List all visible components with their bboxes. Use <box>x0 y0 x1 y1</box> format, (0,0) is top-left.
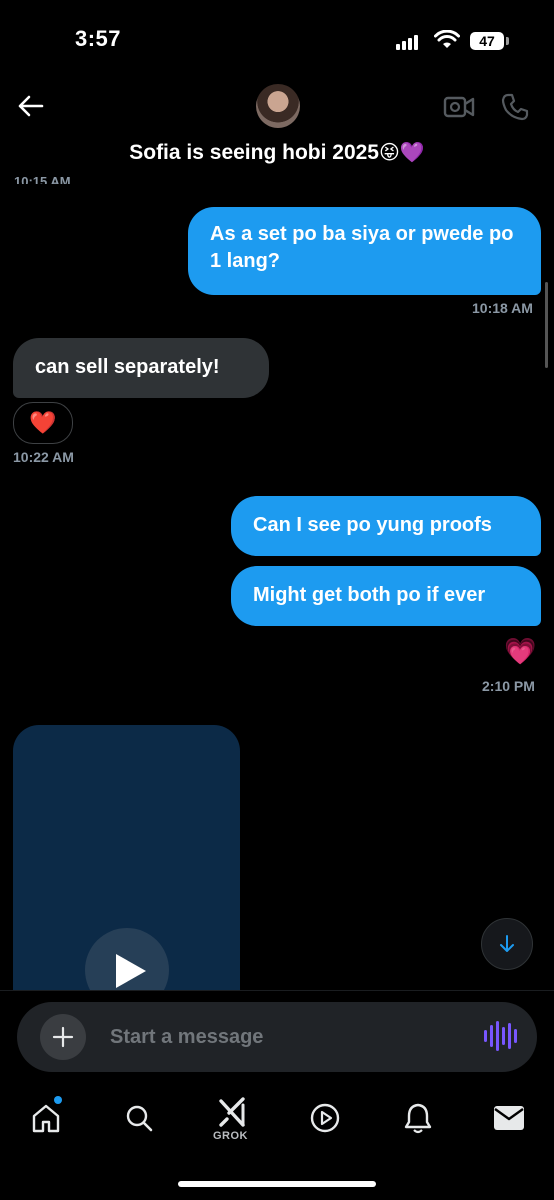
divider <box>0 990 554 991</box>
messages-icon[interactable] <box>491 1100 527 1136</box>
cellular-signal-icon <box>396 34 422 50</box>
pink-heart-reaction[interactable]: 💗 <box>504 636 536 667</box>
notification-dot <box>54 1096 62 1104</box>
scrollbar[interactable] <box>545 282 548 368</box>
battery-tip <box>506 37 509 45</box>
battery-icon: 47 <box>470 32 504 50</box>
notifications-icon[interactable] <box>400 1100 436 1136</box>
phone-call-icon[interactable] <box>500 92 530 122</box>
back-arrow-icon[interactable] <box>16 92 44 120</box>
heart-reaction[interactable]: ❤️ <box>13 402 73 444</box>
voice-message-icon[interactable] <box>484 1020 517 1052</box>
title-emojis: 😝💜 <box>379 142 425 164</box>
plus-icon <box>52 1026 74 1048</box>
message-timestamp: 2:10 PM <box>482 678 535 694</box>
message-timestamp: 10:18 AM <box>472 300 533 316</box>
outgoing-message-bubble[interactable]: Can I see po yung proofs <box>231 496 541 556</box>
message-input[interactable] <box>110 1022 450 1052</box>
message-timestamp: 10:15 AM <box>14 174 71 184</box>
conversation-title[interactable]: Sofia is seeing hobi 2025😝💜 <box>0 140 554 165</box>
arrow-down-icon <box>500 935 514 952</box>
incoming-message-bubble[interactable]: can sell separately! <box>13 338 269 398</box>
video-icon[interactable] <box>307 1100 343 1136</box>
add-attachment-button[interactable] <box>40 1014 86 1060</box>
play-icon[interactable] <box>116 954 146 988</box>
scroll-to-bottom-button[interactable] <box>481 918 533 970</box>
grok-label: GROK <box>213 1130 248 1142</box>
conversation-title-text: Sofia is seeing hobi 2025 <box>129 141 379 164</box>
outgoing-message-bubble[interactable]: As a set po ba siya or pwede po 1 lang? <box>188 207 541 295</box>
video-call-icon[interactable] <box>443 93 475 121</box>
outgoing-message-bubble[interactable]: Might get both po if ever <box>231 566 541 626</box>
grok-icon[interactable] <box>214 1094 250 1130</box>
wifi-icon <box>434 30 460 48</box>
status-time: 3:57 <box>75 26 122 51</box>
search-icon[interactable] <box>121 1100 157 1136</box>
avatar[interactable] <box>256 84 300 128</box>
message-timestamp: 10:22 AM <box>13 449 74 465</box>
home-icon[interactable] <box>28 1100 64 1136</box>
home-indicator[interactable] <box>178 1181 376 1187</box>
